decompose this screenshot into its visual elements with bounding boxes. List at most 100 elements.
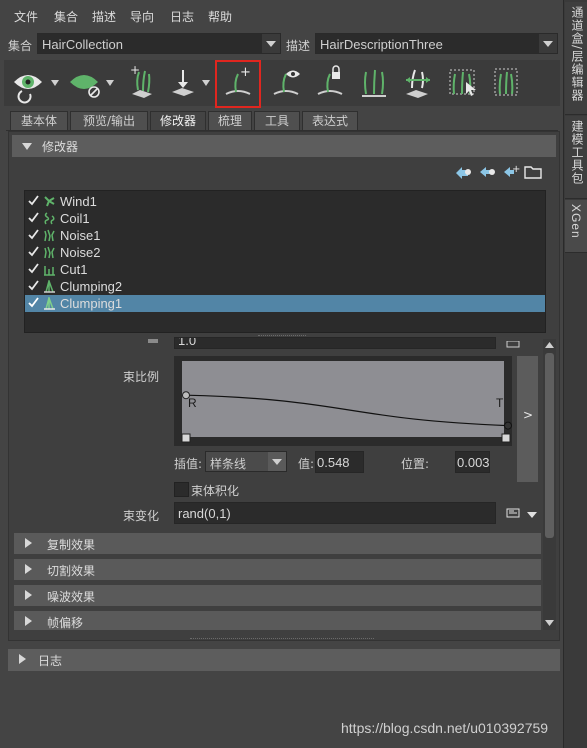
coil-icon xyxy=(44,212,55,225)
checkbox-checked-icon[interactable] xyxy=(28,229,39,240)
scrollbar[interactable] xyxy=(543,339,556,630)
svg-text:+: + xyxy=(512,164,520,175)
menu-help[interactable]: 帮助 xyxy=(208,8,232,25)
select-guides-icon[interactable] xyxy=(442,60,482,104)
description-dropdown[interactable]: HairDescriptionThree xyxy=(315,33,558,54)
section-frame-offset[interactable]: 帧偏移 xyxy=(14,611,541,630)
splitter-handle[interactable] xyxy=(190,638,374,641)
move-up-icon[interactable] xyxy=(454,165,472,179)
svg-text:+: + xyxy=(130,63,140,77)
clumping-icon xyxy=(44,280,55,293)
clump-volume-checkbox[interactable] xyxy=(174,482,189,497)
interp-dropdown[interactable]: 样条线 xyxy=(205,451,287,472)
modifier-name: Cut1 xyxy=(60,262,88,277)
section-title: 复制效果 xyxy=(47,538,96,552)
checkbox-checked-icon[interactable] xyxy=(28,195,39,206)
right-dock: 通道盒/层编辑器 建模工具包 XGen xyxy=(563,0,587,748)
ramp-expand-button[interactable]: > xyxy=(517,356,538,482)
menu-description[interactable]: 描述 xyxy=(92,8,116,25)
clump-variance-field[interactable]: rand(0,1) xyxy=(174,502,496,524)
partial-field[interactable]: 1.0 xyxy=(174,337,496,349)
collection-dropdown[interactable]: HairCollection xyxy=(37,33,281,54)
list-item[interactable]: Coil1 xyxy=(25,210,545,227)
list-item[interactable]: Clumping2 xyxy=(25,278,545,295)
checkbox-checked-icon[interactable] xyxy=(28,297,39,308)
log-section-header[interactable]: 日志 xyxy=(8,649,560,671)
dock-tab-label: 通道盒/层编辑器 xyxy=(570,6,584,103)
tab-primitives[interactable]: 基本体 xyxy=(10,111,68,130)
visibility-eye-icon[interactable] xyxy=(8,60,62,104)
guide-tools-icon[interactable] xyxy=(166,60,216,104)
partial-label xyxy=(148,339,158,343)
ramp-end-key[interactable] xyxy=(501,433,511,443)
options-dropdown-icon[interactable] xyxy=(527,508,537,518)
expression-icon[interactable] xyxy=(506,338,520,348)
tab-expressions[interactable]: 表达式 xyxy=(302,111,358,130)
chevron-down-icon[interactable] xyxy=(268,452,286,471)
interp-value: 样条线 xyxy=(210,457,247,471)
dock-tab-channel-box[interactable]: 通道盒/层编辑器 xyxy=(565,2,587,115)
noise-icon xyxy=(44,246,55,259)
clump-variance-value: rand(0,1) xyxy=(178,506,231,521)
checkbox-checked-icon[interactable] xyxy=(28,212,39,223)
list-item[interactable]: Noise2 xyxy=(25,244,545,261)
move-down-icon[interactable] xyxy=(478,165,496,179)
dock-tab-xgen[interactable]: XGen xyxy=(565,200,587,253)
clump-scale-label: 束比例 xyxy=(123,370,160,384)
position-field[interactable]: 0.003 xyxy=(455,451,490,473)
section-copy-effect[interactable]: 复制效果 xyxy=(14,533,541,554)
menu-file[interactable]: 文件 xyxy=(14,8,38,25)
flip-guides-icon[interactable] xyxy=(398,60,438,104)
value-field[interactable]: 0.548 xyxy=(315,451,364,473)
value-field-text: 0.548 xyxy=(317,455,350,470)
expression-editor-icon[interactable] xyxy=(506,507,520,518)
add-modifier-icon[interactable]: + xyxy=(502,164,520,179)
add-guides-icon[interactable]: + xyxy=(122,60,162,104)
hide-leaf-icon[interactable] xyxy=(66,60,118,104)
checkbox-checked-icon[interactable] xyxy=(28,246,39,257)
value-label: 值: xyxy=(298,457,315,471)
ramp-start-key[interactable] xyxy=(181,433,191,443)
tab-grooming[interactable]: 梳理 xyxy=(208,111,252,130)
menu-log[interactable]: 日志 xyxy=(170,8,194,25)
dock-tab-label: 建模工具包 xyxy=(570,120,584,185)
modifier-name: Clumping1 xyxy=(60,296,123,311)
section-cut-effect[interactable]: 切割效果 xyxy=(14,559,541,580)
expand-arrow-icon xyxy=(25,616,32,626)
section-noise-effect[interactable]: 噪波效果 xyxy=(14,585,541,606)
section-title: 噪波效果 xyxy=(47,590,96,604)
partial-field-value: 1.0 xyxy=(178,337,197,348)
scrollbar-thumb[interactable] xyxy=(545,353,554,538)
list-item[interactable]: Noise1 xyxy=(25,227,545,244)
tab-preview-output[interactable]: 预览/输出 xyxy=(70,111,148,130)
chevron-down-icon[interactable] xyxy=(539,34,557,53)
checkbox-checked-icon[interactable] xyxy=(28,263,39,274)
modifiers-section-header[interactable]: 修改器 xyxy=(12,135,556,157)
list-item[interactable]: Wind1 xyxy=(25,193,545,210)
guide-bounds-icon[interactable] xyxy=(486,60,526,104)
clump-scale-ramp[interactable]: R T xyxy=(174,356,512,446)
menu-bar: 文件 集合 描述 导向 日志 帮助 xyxy=(0,0,562,32)
modifier-name: Noise2 xyxy=(60,245,101,260)
lock-guides-icon[interactable] xyxy=(310,60,350,104)
modifier-name: Coil1 xyxy=(60,211,90,226)
menu-collection[interactable]: 集合 xyxy=(54,8,78,25)
noise-icon xyxy=(44,229,55,242)
modifier-list[interactable]: Wind1 Coil1 Noise1 Noise2 Cut1 Clumping2 xyxy=(24,190,546,333)
dock-tab-modeling-toolkit[interactable]: 建模工具包 xyxy=(565,116,587,199)
guide-visibility-icon[interactable] xyxy=(266,60,306,104)
tab-modifiers[interactable]: 修改器 xyxy=(150,111,206,130)
clumping-icon xyxy=(44,297,55,310)
tab-utilities[interactable]: 工具 xyxy=(254,111,300,130)
folder-icon[interactable] xyxy=(524,164,542,179)
chevron-down-icon[interactable] xyxy=(262,34,280,53)
menu-guides[interactable]: 导向 xyxy=(130,8,154,25)
modifier-name: Clumping2 xyxy=(60,279,123,294)
toolbar: + + xyxy=(4,60,560,106)
list-item[interactable]: Cut1 xyxy=(25,261,545,278)
checkbox-checked-icon[interactable] xyxy=(28,280,39,291)
comb-guides-icon[interactable] xyxy=(354,60,394,104)
description-label: 描述 xyxy=(286,39,311,53)
ramp-end-point[interactable] xyxy=(504,421,512,430)
list-item-selected[interactable]: Clumping1 xyxy=(25,295,545,312)
